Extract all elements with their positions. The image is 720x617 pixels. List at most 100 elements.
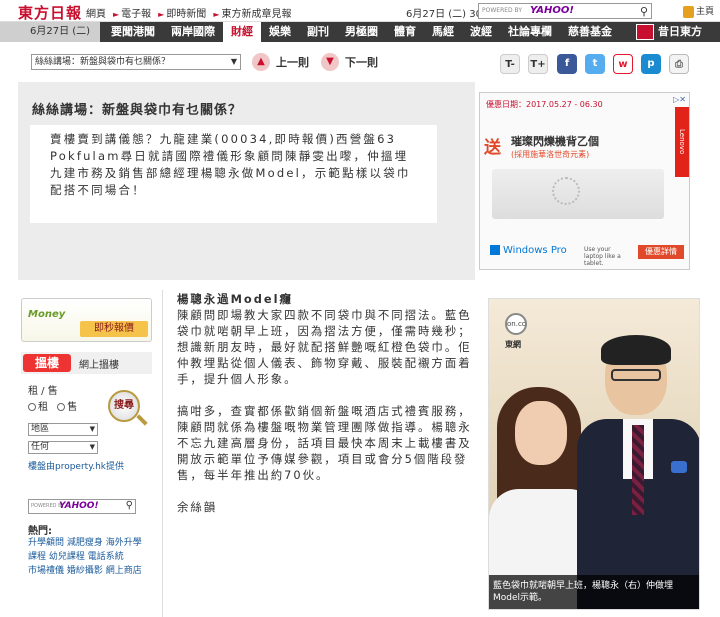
top-link-instant-news[interactable]: ► 即時新聞 — [158, 5, 206, 20]
hot-link[interactable]: 減肥瘦身 — [67, 538, 103, 548]
font-larger-button[interactable]: T+ — [528, 54, 548, 74]
property-header-label: 網上搵樓 — [79, 360, 119, 371]
quote-button[interactable]: 即秒報價 — [80, 321, 148, 337]
home-label: 主頁 — [696, 7, 715, 17]
summary-text: 賣樓賣到講儀態？九龍建業(00034,即時報價)西營盤63 Pokfulam尋日… — [30, 125, 437, 223]
hot-link[interactable]: 課程 — [28, 552, 46, 562]
oncc-logo: on.cc — [505, 313, 527, 335]
photo-caption: 藍色袋巾就啱朝早上班，楊聰永（右）仲做埋Model示範。 — [489, 575, 699, 609]
font-smaller-button[interactable]: T- — [500, 54, 520, 74]
ad-subline: (採用施華洛世奇元素) — [511, 150, 590, 159]
nav-item-entertainment[interactable]: 娛樂 — [261, 22, 299, 42]
adchoices-icon[interactable]: ▷✕ — [673, 95, 686, 104]
article-summary: 絲絲講場：新盤與袋巾有乜關係？ 賣樓賣到講儀態？九龍建業(00034,即時報價)… — [18, 82, 475, 280]
home-icon — [683, 5, 694, 18]
search-icon[interactable]: ⚲ — [640, 5, 648, 18]
home-link[interactable]: 主頁 — [683, 4, 714, 18]
site-logo[interactable]: 東方日報 — [18, 2, 82, 23]
down-arrow-icon: ▼ — [321, 53, 339, 71]
top-link-new-style-label: 東方新成章見報 — [221, 9, 292, 20]
hot-link[interactable]: 升學顧問 — [28, 538, 64, 548]
top-search-box[interactable]: POWERED BY YAHOO! ⚲ — [478, 3, 652, 19]
ad-product-image — [492, 169, 664, 219]
radio-icon — [57, 403, 66, 411]
print-icon[interactable]: ⎙ — [669, 54, 689, 74]
hot-link[interactable]: 海外升學 — [106, 538, 142, 548]
rent-radio[interactable]: 租 — [28, 402, 48, 413]
nav-item-sports[interactable]: 體育 — [386, 22, 424, 42]
article-body: 楊聰永過Model癮 陳顧問即場教大家四款不同袋巾與不同摺法。藍色袋巾就啱朝早上… — [177, 291, 473, 531]
nav-item-editorial[interactable]: 社論專欄 — [500, 22, 560, 42]
money-widget[interactable]: Money 即秒報價 — [21, 298, 152, 342]
hot-link[interactable]: 市場禮儀 — [28, 566, 64, 576]
chevron-down-icon: ▼ — [89, 443, 95, 451]
sidebar-search-box[interactable]: POWERED BY YAHOO! ⚲ — [28, 499, 136, 514]
man-tie — [632, 425, 644, 515]
price-value: 任何 — [31, 442, 50, 452]
article-heading: 楊聰永過Model癮 — [177, 292, 293, 306]
nav-item-finance[interactable]: 財經 — [223, 22, 261, 42]
article-select-value: 絲絲講場：新盤與袋巾有乜關係？ — [35, 57, 171, 67]
property-search-header: 搵樓 網上搵樓 — [21, 352, 152, 374]
chevron-down-icon: ▼ — [89, 425, 95, 433]
weibo-icon[interactable]: w — [613, 54, 633, 74]
radio-group: 租 售 — [28, 398, 77, 413]
top-links: 網頁 ► 電子報 ► 即時新聞 ► 東方新成章見報 — [86, 5, 291, 20]
top-link-epaper-label: 電子報 — [121, 9, 152, 20]
nav-item-supplement[interactable]: 副刊 — [299, 22, 337, 42]
facebook-icon[interactable]: f — [557, 54, 577, 74]
arrow-icon: ► — [158, 10, 165, 19]
article-toolbar: 絲絲講場：新盤與袋巾有乜關係？ ▼ ▲ 上一則 ▼ 下一則 T- T+ f t w p… — [0, 44, 720, 82]
hot-link[interactable]: 網上商店 — [106, 566, 142, 576]
district-value: 地區 — [31, 424, 50, 434]
property-search-button[interactable]: 搜尋 — [108, 390, 140, 422]
top-link-web[interactable]: 網頁 — [86, 5, 106, 20]
advertisement[interactable]: 優惠日期：2017.05.27 - 06.30 ▷✕ Lenovo 送 璀璨閃爍… — [479, 92, 690, 270]
district-select[interactable]: 地區 ▼ — [28, 423, 98, 436]
powered-by-label: POWERED BY — [482, 7, 523, 14]
nav-item-news[interactable]: 要聞港聞 — [103, 22, 163, 42]
nav-item-archive[interactable]: 昔日東方 — [636, 24, 702, 40]
hot-link[interactable]: 婚紗攝影 — [67, 566, 103, 576]
ad-date: 優惠日期：2017.05.27 - 06.30 — [486, 100, 603, 109]
property-logo: 搵樓 — [23, 354, 71, 372]
price-select[interactable]: 任何 ▼ — [28, 441, 98, 454]
article-select[interactable]: 絲絲講場：新盤與袋巾有乜關係？ ▼ — [31, 54, 241, 70]
arrow-icon: ► — [113, 10, 120, 19]
nav-item-football[interactable]: 波經 — [462, 22, 500, 42]
ad-headline: 璀璨閃爍機背乙個 — [511, 135, 599, 148]
ad-detail-button[interactable]: 優惠詳情 — [638, 245, 684, 259]
article-photo[interactable]: on.cc 東網 藍色袋巾就啱朝早上班，楊聰永（右）仲做埋Model示範。 — [488, 298, 700, 610]
windows-icon — [490, 245, 500, 255]
lenovo-logo: Lenovo — [675, 107, 689, 177]
hot-link[interactable]: 電話系統 — [88, 552, 124, 562]
prev-article-button[interactable]: ▲ 上一則 — [252, 53, 309, 71]
chevron-down-icon: ▼ — [230, 57, 237, 66]
article-author: 余絲韻 — [177, 500, 218, 514]
nav-item-mens[interactable]: 男極圈 — [337, 22, 386, 42]
hot-links: 升學顧問 減肥瘦身 海外升學 課程 幼兒課程 電話系統 市場禮儀 婚紗攝影 網上… — [28, 536, 146, 578]
provider-link[interactable]: 樓盤由property.hk提供 — [28, 459, 124, 472]
hot-link[interactable]: 幼兒課程 — [49, 552, 85, 562]
photo-source: 東網 — [505, 340, 521, 349]
top-link-new-style[interactable]: ► 東方新成章見報 — [213, 5, 291, 20]
archive-icon — [636, 24, 654, 40]
bookmark-share-icon[interactable]: p — [641, 54, 661, 74]
sell-radio[interactable]: 售 — [57, 402, 77, 413]
radio-icon — [28, 403, 36, 411]
next-article-button[interactable]: ▼ 下一則 — [321, 53, 378, 71]
nav-date: 6月27日 (二) — [0, 22, 100, 42]
nav-items: 要聞港聞 兩岸國際 財經 娛樂 副刊 男極圈 體育 馬經 波經 社論專欄 慈善基… — [103, 22, 620, 42]
nav-item-horse[interactable]: 馬經 — [424, 22, 462, 42]
twitter-icon[interactable]: t — [585, 54, 605, 74]
glasses — [611, 369, 661, 381]
sidebar: Money 即秒報價 搵樓 網上搵樓 租 / 售 租 售 地區 ▼ 任何 ▼ 搜尋 … — [18, 290, 163, 617]
main-nav: 6月27日 (二) 要聞港聞 兩岸國際 財經 娛樂 副刊 男極圈 體育 馬經 波… — [0, 22, 720, 42]
yahoo-logo: YAHOO! — [59, 501, 99, 511]
top-link-epaper[interactable]: ► 電子報 — [113, 5, 151, 20]
nav-item-charity[interactable]: 慈善基金 — [560, 22, 620, 42]
nav-item-international[interactable]: 兩岸國際 — [163, 22, 223, 42]
search-icon[interactable]: ⚲ — [126, 500, 133, 511]
prev-label: 上一則 — [276, 56, 309, 69]
top-bar: 東方日報 網頁 ► 電子報 ► 即時新聞 ► 東方新成章見報 6月27日 (二) 30… — [0, 0, 720, 22]
